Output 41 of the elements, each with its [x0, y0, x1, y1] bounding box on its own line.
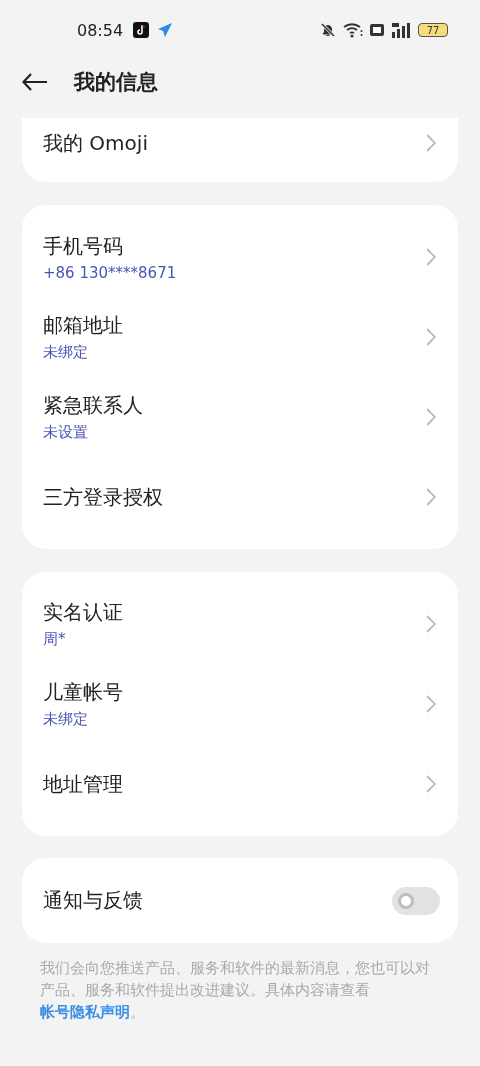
- toggle-switch[interactable]: [392, 886, 440, 915]
- row-title: 儿童帐号: [43, 679, 124, 706]
- back-icon[interactable]: [22, 73, 48, 91]
- row-value: 未绑定: [43, 710, 89, 729]
- muted-bell-icon: [320, 22, 336, 38]
- chevron-icon: [426, 775, 436, 793]
- row-title: 我的 Omoji: [43, 129, 149, 157]
- send-icon: [157, 22, 174, 38]
- row-value: +86 130****8671: [43, 263, 178, 282]
- notice-text: 我们会向您推送产品、服务和软件的最新消息，您也可以对产品、服务和软件提出改进建议。具体内容请查看 帐号隐私声明。: [40, 959, 431, 1022]
- signal-icon: [391, 22, 411, 38]
- chevron-icon: [426, 695, 436, 713]
- row-title: 紧急联系人: [43, 392, 144, 419]
- chevron-icon: [426, 248, 436, 266]
- row-value: 未绑定: [43, 343, 89, 362]
- row-title: 实名认证: [43, 599, 124, 626]
- chevron-icon: [426, 488, 436, 506]
- setting-label: 通知与反馈: [43, 887, 144, 914]
- settings-row[interactable]: 地址管理: [22, 744, 458, 824]
- page-title: 我的信息: [74, 69, 158, 96]
- settings-row[interactable]: 紧急联系人 未设置: [22, 377, 458, 457]
- settings-row[interactable]: 邮箱地址 未绑定: [22, 297, 458, 377]
- row-title: 邮箱地址: [43, 312, 124, 339]
- wifi-icon: [343, 22, 363, 38]
- hd-icon: [370, 24, 384, 36]
- battery-icon: 77: [418, 23, 448, 37]
- clock-time: 08:54: [77, 20, 124, 40]
- chevron-icon: [426, 134, 436, 152]
- row-title: 地址管理: [43, 770, 124, 798]
- chevron-icon: [426, 408, 436, 426]
- row-title: 三方登录授权: [43, 483, 164, 511]
- chevron-icon: [426, 615, 436, 633]
- row-value: 周*: [43, 630, 67, 649]
- settings-row[interactable]: 儿童帐号 未绑定: [22, 664, 458, 744]
- settings-row[interactable]: 手机号码 +86 130****8671: [22, 217, 458, 297]
- settings-row[interactable]: 实名认证 周*: [22, 584, 458, 664]
- row-title: 手机号码: [43, 232, 124, 260]
- settings-row[interactable]: 三方登录授权: [22, 457, 458, 537]
- row-value: 未设置: [43, 423, 89, 442]
- chevron-icon: [426, 328, 436, 346]
- app-icon: [133, 22, 150, 38]
